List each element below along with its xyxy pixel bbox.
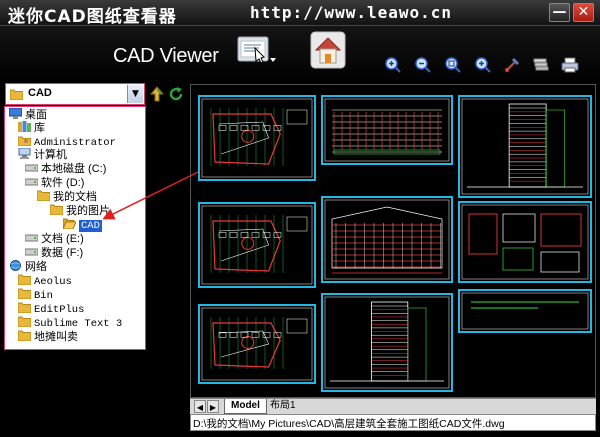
status-bar: D:\我的文档\My Pictures\CAD\高层建筑全套施工图纸CAD文件.… [190, 414, 596, 431]
folder-icon [17, 330, 32, 342]
sheet-elevation-1 [321, 95, 453, 165]
folder-open-icon [62, 218, 77, 230]
chevron-down-icon[interactable]: ▼ [127, 85, 143, 103]
up-folder-icon[interactable] [149, 86, 165, 102]
tree-item[interactable]: 计算机 [18, 147, 67, 162]
sheet-plan-2 [198, 202, 316, 288]
tree-item[interactable]: Administrator [17, 135, 116, 149]
path-combobox[interactable]: CAD ▼ [5, 83, 145, 105]
tree-item[interactable]: 库 [18, 121, 45, 135]
zoom-out-icon[interactable] [414, 56, 432, 74]
tab-layout1[interactable]: 布局1 [264, 399, 302, 414]
sheet-plan-3 [198, 304, 316, 384]
minimize-button[interactable]: — [549, 3, 570, 22]
folder-icon [17, 274, 32, 286]
tree-item-label: 软件 (D:) [41, 177, 85, 189]
tree-item[interactable]: 文档 (E:) [24, 232, 84, 246]
sheet-note-1 [458, 289, 592, 333]
tree-item-label: 地摊叫卖 [34, 331, 78, 343]
tree-item[interactable]: Sublime Text 3 [17, 316, 123, 330]
folder-icon [17, 316, 32, 328]
sheet-plan-1 [198, 95, 316, 181]
refresh-icon[interactable] [168, 86, 184, 102]
tree-item-label: EditPlus [34, 304, 85, 316]
tree-item-label: Sublime Text 3 [34, 318, 123, 330]
layout-tab-strip: ◀ ▶ Model 布局1 [190, 398, 596, 414]
tab-first-arrow[interactable]: ◀ [194, 400, 206, 413]
tree-item[interactable]: EditPlus [17, 302, 85, 316]
folder-icon [49, 204, 64, 216]
app-url: http://www.leawo.cn [250, 3, 453, 22]
layers-icon[interactable] [532, 56, 550, 74]
tree-item-label: CAD [79, 220, 102, 232]
drive-icon [24, 246, 39, 257]
path-value: CAD [28, 87, 52, 99]
network-icon [9, 260, 22, 271]
sheet-detail-1 [458, 201, 592, 283]
open-file-icon[interactable] [237, 34, 277, 66]
tab-last-arrow[interactable]: ▶ [207, 400, 219, 413]
sheet-section-1 [321, 196, 453, 283]
computer-icon [18, 147, 31, 159]
tree-item[interactable]: 数据 (F:) [24, 246, 84, 260]
library-icon [18, 121, 31, 132]
sheet-tower-2 [321, 293, 453, 392]
tree-item-label: 我的文档 [53, 191, 97, 203]
desktop-icon [8, 107, 23, 119]
folder-tree[interactable]: 桌面库 Administrator 计算机本地磁盘 (C:) 软件 (D:) 我的文档我… [4, 106, 146, 350]
tab-model[interactable]: Model [224, 399, 267, 414]
pan-icon[interactable] [503, 56, 521, 74]
tree-item[interactable]: 地摊叫卖 [17, 330, 78, 344]
tree-item-label: 库 [34, 122, 45, 134]
tree-item-label: 文档 (E:) [41, 233, 84, 245]
tree-item[interactable]: 我的文档 [36, 190, 97, 204]
tree-item-label: Bin [34, 290, 53, 302]
drawing-canvas[interactable] [190, 84, 596, 398]
home-icon[interactable] [310, 31, 346, 69]
sheet-tower-1 [458, 95, 592, 198]
tree-item-label: 本地磁盘 (C:) [41, 163, 107, 175]
title-bar: 迷你CAD图纸查看器 http://www.leawo.cn — ✕ [0, 0, 600, 27]
tree-item[interactable]: 网络 [9, 260, 47, 274]
drive-icon [24, 176, 39, 187]
zoom-in-icon[interactable] [384, 56, 402, 74]
folder-icon [36, 190, 51, 202]
tree-item[interactable]: Bin [17, 288, 53, 302]
folder-icon [17, 288, 32, 300]
zoom-extents-icon[interactable] [444, 56, 462, 74]
tree-item-label: 计算机 [34, 149, 67, 161]
tree-item-label: 网络 [25, 261, 47, 273]
folder-icon [10, 89, 23, 100]
tree-item[interactable]: 我的图片 [49, 204, 110, 218]
drive-icon [24, 232, 39, 243]
tree-item-label: 数据 (F:) [41, 247, 84, 259]
tree-item[interactable]: Aeolus [17, 274, 72, 288]
user-icon [17, 135, 32, 147]
drive-icon [24, 162, 39, 173]
toolbar: CAD Viewer [0, 26, 600, 84]
app-title: 迷你CAD图纸查看器 [8, 7, 177, 27]
zoom-window-icon[interactable] [474, 56, 492, 74]
tree-item[interactable]: CAD [62, 218, 102, 232]
tree-item-label: 我的图片 [66, 205, 110, 217]
tree-item[interactable]: 桌面 [8, 107, 47, 122]
tree-item[interactable]: 软件 (D:) [24, 176, 85, 190]
tree-item[interactable]: 本地磁盘 (C:) [24, 162, 107, 176]
print-icon[interactable] [561, 56, 579, 74]
tree-item-label: Aeolus [34, 276, 72, 288]
tree-item-label: 桌面 [25, 109, 47, 121]
close-button[interactable]: ✕ [573, 3, 594, 22]
folder-icon [17, 302, 32, 314]
drawing-sheets [198, 95, 592, 392]
brand-label: CAD Viewer [113, 45, 219, 67]
file-path: D:\我的文档\My Pictures\CAD\高层建筑全套施工图纸CAD文件.… [193, 418, 505, 430]
